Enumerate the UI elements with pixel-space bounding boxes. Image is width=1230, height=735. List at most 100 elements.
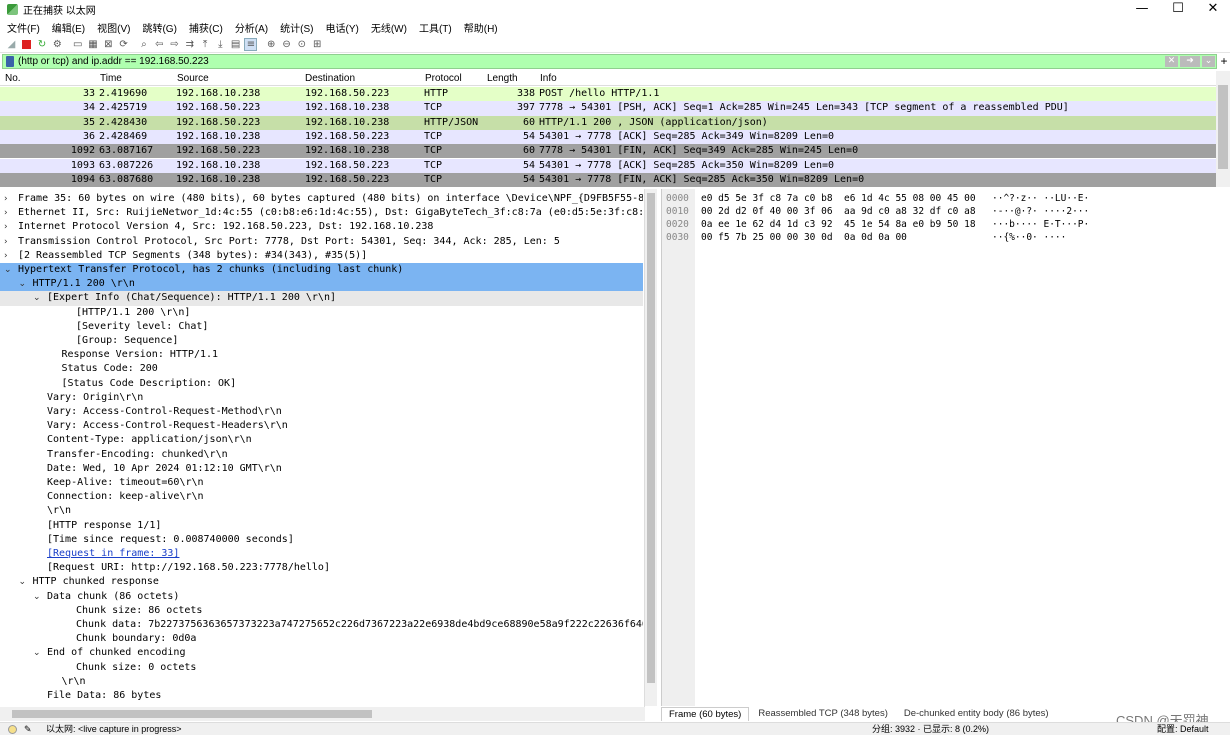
detail-row[interactable]: [Time since request: 0.008740000 seconds… [0, 533, 643, 547]
detail-row[interactable]: ⌄ Hypertext Transfer Protocol, has 2 chun… [0, 263, 643, 278]
detail-row[interactable]: Vary: Origin\r\n [0, 391, 643, 405]
detail-row[interactable]: ⌄ HTTP/1.1 200 \r\n [0, 277, 643, 292]
detail-row[interactable]: \r\n [0, 675, 643, 689]
column-header-protocol[interactable]: Protocol [425, 73, 462, 84]
apply-filter-icon[interactable]: ➜ [1180, 56, 1200, 67]
tab-frame-bytes[interactable]: Frame (60 bytes) [661, 707, 750, 721]
menu-telephony[interactable]: 电话(Y) [326, 20, 359, 35]
packet-row[interactable]: 34 2.425719 192.168.50.223 192.168.10.238 TC… [0, 101, 1216, 116]
detail-row[interactable]: Chunk size: 0 octets [0, 661, 643, 675]
display-filter-input[interactable]: (http or tcp) and ip.addr == 192.168.50.… [18, 56, 209, 67]
collapse-arrow-icon[interactable]: ⌄ [19, 277, 27, 291]
detail-row[interactable]: Vary: Access-Control-Request-Method\r\n [0, 405, 643, 419]
profile-status[interactable]: 配置: Default [1157, 723, 1209, 735]
menu-wireless[interactable]: 无线(W) [371, 20, 407, 35]
menu-capture[interactable]: 捕获(C) [189, 20, 223, 35]
collapse-arrow-icon[interactable]: ⌄ [4, 263, 12, 277]
display-filter-bar[interactable]: (http or tcp) and ip.addr == 192.168.50.… [2, 54, 1217, 69]
clear-filter-icon[interactable]: ✕ [1165, 56, 1178, 67]
packet-row[interactable]: 1093 63.087226 192.168.10.238 192.168.50.22… [0, 158, 1216, 173]
column-header-info[interactable]: Info [540, 73, 557, 84]
hex-ascii[interactable]: ··^?·z·· ··LU··E· [992, 192, 1089, 205]
column-header-length[interactable]: Length [487, 73, 518, 84]
resize-columns-icon[interactable]: ⊞ [311, 38, 324, 51]
menu-statistics[interactable]: 统计(S) [280, 20, 313, 35]
detail-row[interactable]: Response Version: HTTP/1.1 [0, 348, 643, 362]
details-scroll-thumb[interactable] [647, 193, 655, 683]
detail-row[interactable]: [HTTP/1.1 200 \r\n] [0, 306, 643, 320]
detail-row[interactable]: Chunk data: 7b2273756363657373223a747275… [0, 618, 643, 632]
menu-analyze[interactable]: 分析(A) [235, 20, 268, 35]
menu-edit[interactable]: 编辑(E) [52, 20, 85, 35]
detail-row[interactable]: ⌄ Data chunk (86 octets) [0, 590, 643, 604]
go-back-icon[interactable]: ⇦ [153, 38, 166, 51]
expand-arrow-icon[interactable]: › [4, 220, 8, 234]
hex-bytes[interactable]: 0a ee 1e 62 d4 1d c3 92 45 1e 54 8a e0 b… [701, 218, 976, 231]
detail-row[interactable]: Connection: keep-alive\r\n [0, 490, 643, 504]
detail-row[interactable]: › [2 Reassembled TCP Segments (348 bytes)… [0, 249, 643, 263]
detail-row[interactable]: ⌄ HTTP chunked response [0, 575, 643, 589]
detail-row[interactable]: ⌄ End of chunked encoding [0, 646, 643, 660]
detail-row[interactable]: [Severity level: Chat] [0, 320, 643, 334]
capture-options-icon[interactable]: ⚙ [51, 38, 64, 51]
detail-row[interactable]: [Status Code Description: OK] [0, 377, 643, 391]
zoom-out-icon[interactable]: ⊖ [280, 38, 293, 51]
detail-row[interactable]: Chunk boundary: 0d0a [0, 632, 643, 646]
expand-arrow-icon[interactable]: › [4, 192, 8, 206]
hex-ascii[interactable]: ··{%··0· ···· [992, 231, 1066, 244]
expand-arrow-icon[interactable]: › [4, 206, 8, 220]
hex-bytes[interactable]: 00 f5 7b 25 00 00 30 0d 0a 0d 0a 00 [701, 231, 907, 244]
tab-dechunked-body[interactable]: De-chunked entity body (86 bytes) [897, 707, 1056, 721]
colorize-icon[interactable]: ≡ [244, 37, 258, 51]
maximize-button[interactable]: ☐ [1160, 0, 1196, 19]
tab-reassembled-tcp[interactable]: Reassembled TCP (348 bytes) [751, 707, 895, 721]
bookmark-icon[interactable] [6, 56, 14, 67]
hex-ascii[interactable]: ···b···· E·T···P· [992, 218, 1089, 231]
detail-row[interactable]: [Request in frame: 33] [0, 547, 643, 561]
expert-info-icon[interactable] [8, 723, 17, 735]
detail-row[interactable]: Transfer-Encoding: chunked\r\n [0, 448, 643, 462]
detail-row[interactable]: [Request URI: http://192.168.50.223:7778… [0, 561, 643, 575]
collapse-arrow-icon[interactable]: ⌄ [33, 291, 41, 305]
detail-row[interactable]: Vary: Access-Control-Request-Headers\r\n [0, 419, 643, 433]
filter-dropdown-icon[interactable]: ⌄ [1202, 56, 1215, 67]
minimize-button[interactable]: — [1124, 0, 1160, 19]
collapse-arrow-icon[interactable]: ⌄ [33, 590, 41, 604]
detail-row[interactable]: Content-Type: application/json\r\n [0, 433, 643, 447]
close-file-icon[interactable]: ⊠ [102, 38, 115, 51]
detail-row[interactable]: [HTTP response 1/1] [0, 519, 643, 533]
hex-bytes[interactable]: e0 d5 5e 3f c8 7a c0 b8 e6 1d 4c 55 08 0… [701, 192, 976, 205]
hex-ascii[interactable]: ·-··@·?· ····2··· [992, 205, 1089, 218]
packet-row[interactable]: 1094 63.087680 192.168.10.238 192.168.50.22… [0, 172, 1216, 187]
detail-row[interactable]: Chunk size: 86 octets [0, 604, 643, 618]
packet-row[interactable]: 1092 63.087167 192.168.50.223 192.168.10.23… [0, 144, 1216, 159]
detail-row[interactable]: ⌄ [Expert Info (Chat/Sequence): HTTP/1.1 … [0, 291, 643, 306]
menu-file[interactable]: 文件(F) [7, 20, 40, 35]
packet-row[interactable]: 36 2.428469 192.168.10.238 192.168.50.223 TC… [0, 129, 1216, 145]
last-packet-icon[interactable]: ⤓ [214, 38, 227, 51]
request-frame-link[interactable]: [Request in frame: 33] [47, 547, 179, 561]
shark-fin-start-icon[interactable]: ◢ [5, 38, 18, 51]
reload-file-icon[interactable]: ⟳ [117, 38, 130, 51]
normal-size-icon[interactable]: ⊙ [295, 38, 308, 51]
save-file-icon[interactable]: ▦ [86, 38, 99, 51]
restart-capture-icon[interactable]: ↻ [36, 38, 49, 51]
hex-bytes[interactable]: 00 2d d2 0f 40 00 3f 06 aa 9d c0 a8 32 d… [701, 205, 976, 218]
go-forward-icon[interactable]: ⇨ [168, 38, 181, 51]
stop-capture-icon[interactable] [20, 38, 33, 51]
detail-row[interactable]: › Transmission Control Protocol, Src Port… [0, 235, 643, 249]
expand-arrow-icon[interactable]: › [4, 249, 8, 263]
first-packet-icon[interactable]: ⤒ [199, 38, 212, 51]
detail-row[interactable]: Status Code: 200 [0, 362, 643, 376]
close-button[interactable]: ✕ [1195, 0, 1230, 19]
detail-row[interactable]: › Ethernet II, Src: RuijieNetwor_1d:4c:55… [0, 206, 643, 220]
packet-row[interactable]: 33 2.419690 192.168.10.238 192.168.50.223 HT… [0, 87, 1216, 102]
packet-list-scroll-thumb[interactable] [1218, 85, 1228, 169]
details-hscrollbar[interactable] [0, 707, 645, 721]
capture-comment-icon[interactable]: ✎ [24, 723, 32, 735]
detail-row[interactable]: File Data: 86 bytes [0, 689, 643, 703]
detail-row[interactable]: \r\n [0, 504, 643, 518]
menu-help[interactable]: 帮助(H) [464, 20, 498, 35]
expand-arrow-icon[interactable]: › [4, 235, 8, 249]
details-scrollbar[interactable] [645, 189, 657, 706]
